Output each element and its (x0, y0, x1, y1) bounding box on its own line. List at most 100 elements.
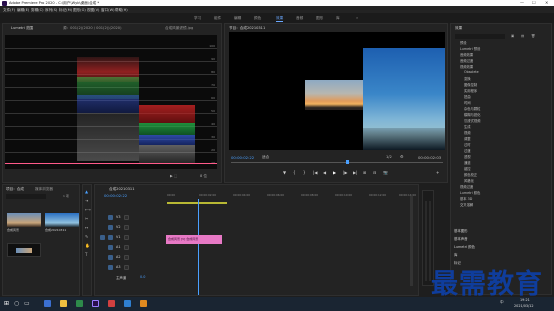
workspace-libraries[interactable]: 库 (336, 16, 340, 21)
program-viewer[interactable] (229, 32, 445, 150)
effects-tab[interactable]: 效果 (455, 26, 462, 31)
lift-icon[interactable]: ⊞ (363, 170, 366, 175)
media-browser-tab[interactable]: 媒体浏览器 (35, 187, 53, 192)
track-mute-a1[interactable] (124, 245, 129, 250)
effects-tree-item[interactable]: Lumetri 颜色 (460, 190, 480, 195)
add-marker-icon[interactable]: ▼ (283, 170, 286, 175)
effects-tree-item[interactable]: 视频效果 (460, 64, 473, 69)
effects-tree-item[interactable]: 变换 (464, 76, 471, 81)
windows-start-icon[interactable]: ⊞ (4, 300, 9, 307)
app-icon[interactable] (76, 300, 83, 307)
timeline-timecode[interactable]: 00:00:02:22 (104, 193, 127, 198)
scopes-tab[interactable]: Lumetri 范围 (11, 26, 33, 31)
program-tab[interactable]: 节目：合成20210311 (229, 26, 265, 31)
track-lock-v2[interactable] (124, 225, 129, 230)
master-volume-value[interactable]: 0.0 (140, 275, 145, 279)
step-back-icon[interactable]: ◀ (323, 170, 326, 175)
menu-view[interactable]: 视图(V) (87, 8, 99, 13)
project-thumbnail-2[interactable] (45, 213, 79, 227)
track-mute-a2[interactable] (124, 255, 129, 260)
premiere-taskbar-icon[interactable] (92, 300, 99, 307)
project-tab[interactable]: 项目：合成 (6, 187, 24, 192)
hand-tool-icon[interactable]: ✋ (85, 243, 90, 248)
effects-tree-item[interactable]: Lumetri 预设 (460, 46, 480, 51)
track-target-v1[interactable] (108, 235, 113, 240)
clock-time[interactable]: 19:21 (520, 298, 530, 302)
workspace-editing[interactable]: 编辑 (234, 16, 241, 21)
effects-tree-item[interactable]: 交叉溶解 (460, 202, 473, 207)
track-lock-v3[interactable] (124, 215, 129, 220)
wrench-icon[interactable]: ⚙ (400, 154, 404, 159)
workspace-graphics[interactable]: 图形 (316, 16, 323, 21)
scopes-footer-icons[interactable]: ▶ ⬚ (170, 174, 177, 178)
program-playhead[interactable] (346, 160, 349, 164)
ime-indicator[interactable]: 中 (500, 300, 504, 305)
mark-in-icon[interactable]: { (293, 170, 296, 175)
effects-tree-item[interactable]: 音频效果 (460, 52, 473, 57)
effects-tree-item[interactable]: 过时 (464, 142, 471, 147)
go-to-in-icon[interactable]: |◀ (313, 170, 317, 175)
effects-tree-item[interactable]: 风格化 (464, 178, 474, 183)
source-patch-v1[interactable] (100, 235, 105, 240)
type-tool-icon[interactable]: T (85, 252, 87, 257)
menu-edit[interactable]: 编辑(E) (17, 8, 29, 13)
program-timecode[interactable]: 00:00:02:22 (231, 155, 254, 160)
effects-tree-item[interactable]: 图像控制 (464, 82, 477, 87)
ripple-edit-tool-icon[interactable]: ⟷ (85, 207, 91, 212)
workspace-more-icon[interactable]: » (356, 16, 358, 20)
track-mute-a3[interactable] (124, 265, 129, 270)
effects-tree-item[interactable]: 基本 3D (460, 196, 472, 201)
workspace-assembly[interactable]: 组件 (214, 16, 221, 21)
effects-tree-item[interactable]: 透视 (464, 154, 471, 159)
effects-tree-item[interactable]: Obsolete (464, 70, 479, 74)
delete-icon[interactable]: 🗑 (531, 34, 535, 38)
edge-icon[interactable] (44, 300, 51, 307)
task-view-icon[interactable]: ▭ (24, 300, 30, 307)
menu-marker[interactable]: 标记(M) (59, 8, 72, 13)
timeline-tab[interactable]: 合成20210311 (109, 187, 134, 192)
track-target-v2[interactable] (108, 225, 113, 230)
close-button[interactable]: ✕ (545, 0, 548, 5)
minimize-button[interactable]: — (520, 0, 524, 5)
menu-file[interactable]: 文件(F) (3, 8, 15, 13)
mark-out-icon[interactable]: } (303, 170, 306, 175)
libraries-tab[interactable]: 库 (454, 252, 457, 257)
maximize-button[interactable]: ☐ (532, 0, 536, 5)
project-search-input[interactable] (6, 194, 46, 199)
step-forward-icon[interactable]: |▶ (343, 170, 347, 175)
work-area-bar[interactable] (167, 202, 227, 204)
workspace-learn[interactable]: 学习 (194, 16, 201, 21)
program-fit-select[interactable]: 适合 (262, 155, 269, 160)
effects-tree-item[interactable]: 过渡 (464, 148, 471, 153)
export-frame-icon[interactable]: 📷 (383, 170, 388, 175)
clock-date[interactable]: 2021/03/12 (514, 304, 534, 308)
new-item-icon[interactable]: ▤ (521, 34, 524, 38)
menu-graphics[interactable]: 图形(G) (73, 8, 86, 13)
scopes-bit-depth[interactable]: 8 位 (200, 174, 207, 179)
workspace-effects[interactable]: 效果 (276, 16, 284, 22)
track-target-v3[interactable] (108, 215, 113, 220)
effects-tree-item[interactable]: 实用程序 (464, 88, 477, 93)
essential-graphics-tab[interactable]: 基本图形 (454, 228, 468, 233)
effects-tree-item[interactable]: 沉浸式视频 (464, 118, 480, 123)
app-icon[interactable] (124, 300, 131, 307)
effects-tree-item[interactable]: 视频过渡 (460, 184, 473, 189)
track-target-a3[interactable] (108, 265, 113, 270)
new-bin-icon[interactable]: ▣ (511, 34, 514, 38)
effects-tree-item[interactable]: 生成 (464, 124, 471, 129)
effects-tree-item[interactable]: 通道 (464, 160, 471, 165)
menu-sequence[interactable]: 序列(S) (45, 8, 57, 13)
track-target-a2[interactable] (108, 255, 113, 260)
program-scrubber-track[interactable] (231, 162, 443, 163)
track-target-a1[interactable] (108, 245, 113, 250)
project-thumbnail-1[interactable] (7, 213, 41, 227)
workspace-audio[interactable]: 音频 (296, 16, 303, 21)
effects-tree-item[interactable]: 调整 (464, 136, 471, 141)
effects-tree-item[interactable]: 扭曲 (464, 94, 471, 99)
add-button-icon[interactable]: + (436, 170, 439, 175)
search-icon[interactable]: ○ (14, 300, 19, 307)
menu-clip[interactable]: 剪辑(C) (31, 8, 44, 13)
razor-tool-icon[interactable]: ✂ (85, 216, 88, 221)
track-lock-v1[interactable] (124, 235, 129, 240)
effects-tree-item[interactable]: 模糊与锐化 (464, 112, 480, 117)
